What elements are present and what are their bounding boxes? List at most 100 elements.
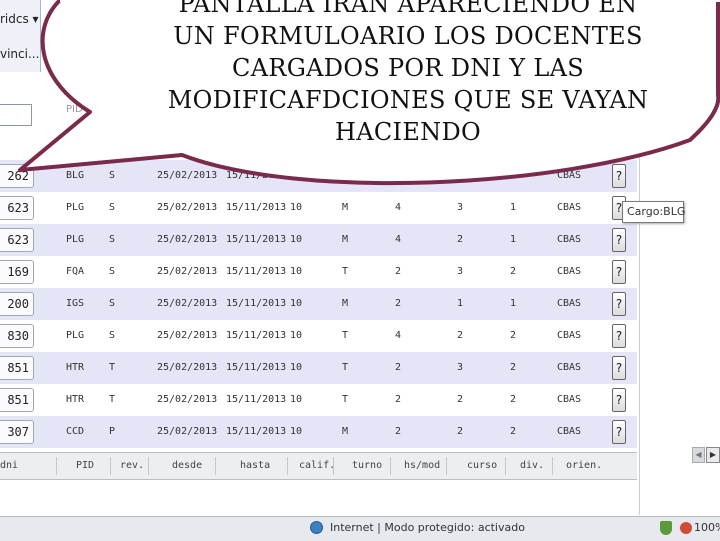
- table-row[interactable]: 307 CCD P 25/02/2013 15/11/2013 10 M 2 2…: [0, 416, 637, 448]
- pid-cell: HTR: [66, 394, 85, 405]
- header-separator: [215, 457, 216, 475]
- turno-cell: M: [342, 234, 349, 245]
- caption-line: UN FORMULOARIO LOS DOCENTES: [173, 22, 643, 50]
- curso-cell: 3: [457, 266, 464, 277]
- table-row[interactable]: 830 PLG S 25/02/2013 15/11/2013 10 T 4 2…: [0, 320, 637, 352]
- rev-cell: T: [109, 362, 116, 373]
- header-pid[interactable]: PID: [76, 453, 94, 479]
- dni-field[interactable]: 169: [0, 260, 34, 284]
- hasta-cell: 15/11/2013: [226, 330, 287, 341]
- help-button[interactable]: ?: [612, 356, 626, 380]
- dni-field[interactable]: 200: [0, 292, 34, 316]
- globe-icon: [310, 521, 323, 534]
- orien-cell: CBAS: [557, 266, 582, 277]
- header-hs-mod[interactable]: hs/mod: [404, 453, 440, 479]
- help-button[interactable]: ?: [612, 260, 626, 284]
- rev-cell: T: [109, 394, 116, 405]
- desde-cell: 25/02/2013: [157, 426, 218, 437]
- div-cell: 2: [510, 426, 517, 437]
- div-cell: 2: [510, 362, 517, 373]
- scroll-left-icon[interactable]: ◀: [692, 447, 705, 463]
- dni-field[interactable]: 623: [0, 228, 34, 252]
- hasta-cell: 15/11/2013: [226, 394, 287, 405]
- help-button[interactable]: ?: [612, 420, 626, 444]
- rev-cell: S: [109, 298, 116, 309]
- help-button[interactable]: ?: [612, 228, 626, 252]
- calif-cell: 10: [290, 362, 303, 373]
- table-row[interactable]: 851 HTR T 25/02/2013 15/11/2013 10 T 2 3…: [0, 352, 637, 384]
- dni-field[interactable]: 307: [0, 420, 34, 444]
- hs-cell: 2: [395, 298, 402, 309]
- zone-status-text: Internet | Modo protegido: activado: [330, 521, 525, 534]
- scroll-right-icon[interactable]: ▶: [706, 447, 720, 463]
- orien-cell: CBAS: [557, 394, 582, 405]
- desde-cell: 25/02/2013: [157, 298, 218, 309]
- help-button[interactable]: ?: [612, 292, 626, 316]
- caption-line: CARGADOS POR DNI Y LAS: [232, 54, 584, 82]
- annotation-caption: PANTALLA IRAN APARECIENDO EN UN FORMULOA…: [120, 0, 696, 148]
- zoom-icon[interactable]: [680, 522, 692, 534]
- header-desde[interactable]: desde: [172, 453, 202, 479]
- orien-cell: CBAS: [557, 330, 582, 341]
- curso-cell: 2: [457, 234, 464, 245]
- rev-cell: P: [109, 426, 116, 437]
- header-separator: [110, 457, 111, 475]
- header-curso[interactable]: curso: [467, 453, 497, 479]
- pid-cell: PLG: [66, 330, 85, 341]
- hs-cell: 2: [395, 426, 402, 437]
- desde-cell: 25/02/2013: [157, 362, 218, 373]
- header-separator: [446, 457, 447, 475]
- curso-cell: 1: [457, 298, 464, 309]
- caption-line: PANTALLA IRAN APARECIENDO EN: [178, 0, 638, 18]
- header-div[interactable]: div.: [520, 453, 544, 479]
- div-cell: 2: [510, 266, 517, 277]
- horizontal-scroll-arrows: ◀ ▶: [692, 447, 720, 463]
- dni-field[interactable]: 851: [0, 356, 34, 380]
- div-cell: 1: [510, 298, 517, 309]
- hs-cell: 2: [395, 266, 402, 277]
- header-orien[interactable]: orien.: [566, 453, 602, 479]
- rev-cell: S: [109, 330, 116, 341]
- pid-cell: CCD: [66, 426, 85, 437]
- curso-cell: 3: [457, 362, 464, 373]
- rev-cell: S: [109, 234, 116, 245]
- turno-cell: M: [342, 298, 349, 309]
- calif-cell: 10: [290, 234, 303, 245]
- table-row[interactable]: 200 IGS S 25/02/2013 15/11/2013 10 M 2 1…: [0, 288, 637, 320]
- hasta-cell: 15/11/2013: [226, 234, 287, 245]
- turno-cell: M: [342, 426, 349, 437]
- header-rev[interactable]: rev.: [120, 453, 144, 479]
- help-button[interactable]: ?: [612, 324, 626, 348]
- calif-cell: 10: [290, 394, 303, 405]
- desde-cell: 25/02/2013: [157, 330, 218, 341]
- hs-cell: 2: [395, 394, 402, 405]
- help-button[interactable]: ?: [612, 388, 626, 412]
- calif-cell: 10: [290, 266, 303, 277]
- calif-cell: 10: [290, 426, 303, 437]
- header-separator: [148, 457, 149, 475]
- calif-cell: 10: [290, 330, 303, 341]
- browser-status-bar: Internet | Modo protegido: activado 100%: [0, 516, 720, 541]
- header-dni[interactable]: dni: [0, 453, 18, 479]
- rev-cell: S: [109, 266, 116, 277]
- pid-cell: IGS: [66, 298, 85, 309]
- header-hasta[interactable]: hasta: [240, 453, 270, 479]
- shield-icon[interactable]: [660, 521, 672, 535]
- table-row[interactable]: 169 FQA S 25/02/2013 15/11/2013 10 T 2 3…: [0, 256, 637, 288]
- hs-cell: 2: [395, 362, 402, 373]
- header-turno[interactable]: turno: [352, 453, 382, 479]
- hs-cell: 4: [395, 330, 402, 341]
- cargo-tooltip: Cargo:BLG: [622, 201, 685, 223]
- table-row[interactable]: 623 PLG S 25/02/2013 15/11/2013 10 M 4 2…: [0, 224, 637, 256]
- header-separator: [390, 457, 391, 475]
- turno-cell: T: [342, 362, 349, 373]
- zoom-level[interactable]: 100%: [694, 521, 720, 534]
- dni-field[interactable]: 851: [0, 388, 34, 412]
- orien-cell: CBAS: [557, 298, 582, 309]
- div-cell: 2: [510, 330, 517, 341]
- header-calif[interactable]: calif.: [299, 453, 335, 479]
- dni-field[interactable]: 830: [0, 324, 34, 348]
- curso-cell: 2: [457, 394, 464, 405]
- div-cell: 1: [510, 234, 517, 245]
- table-row[interactable]: 851 HTR T 25/02/2013 15/11/2013 10 T 2 2…: [0, 384, 637, 416]
